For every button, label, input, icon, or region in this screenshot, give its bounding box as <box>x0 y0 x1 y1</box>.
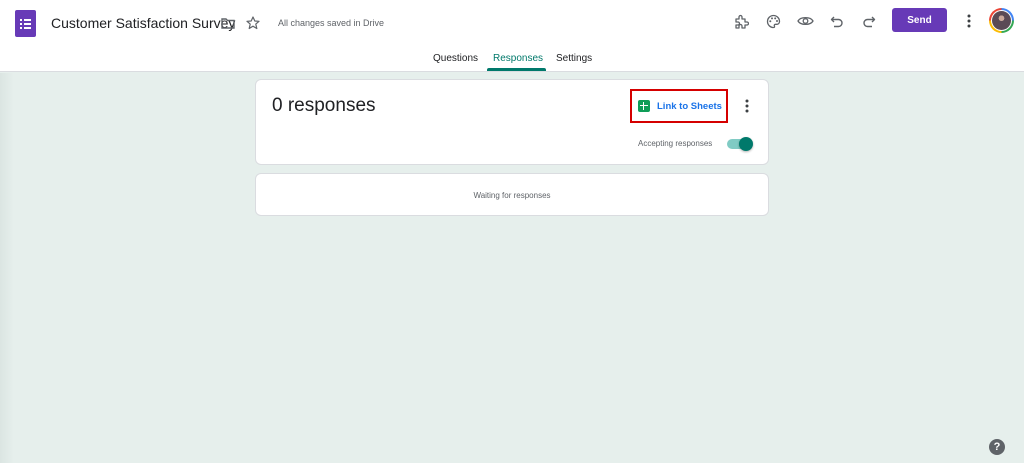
active-tab-indicator <box>487 68 546 71</box>
more-vert-icon[interactable] <box>962 12 976 30</box>
tab-questions[interactable]: Questions <box>433 53 478 64</box>
toggle-knob <box>739 137 753 151</box>
avatar-photo <box>992 11 1011 30</box>
star-icon[interactable] <box>245 15 261 31</box>
send-button[interactable]: Send <box>892 8 947 32</box>
tab-responses[interactable]: Responses <box>493 53 543 64</box>
waiting-message: Waiting for responses <box>473 191 551 200</box>
link-to-sheets-label: Link to Sheets <box>657 100 722 112</box>
waiting-responses-card: Waiting for responses <box>255 173 769 216</box>
header-row: Customer Satisfaction Survey All changes… <box>0 0 1024 46</box>
avatar[interactable] <box>989 8 1014 33</box>
add-ons-icon[interactable] <box>732 12 750 30</box>
help-button[interactable]: ? <box>989 439 1005 455</box>
accepting-responses-toggle[interactable] <box>727 137 753 151</box>
sheets-icon <box>638 100 650 112</box>
tab-settings[interactable]: Settings <box>556 53 592 64</box>
left-edge-shadow <box>0 73 14 463</box>
save-status: All changes saved in Drive <box>278 18 385 28</box>
document-title[interactable]: Customer Satisfaction Survey <box>51 15 235 31</box>
redo-icon[interactable] <box>860 12 878 30</box>
responses-more-icon[interactable] <box>742 98 752 114</box>
avatar-ring <box>991 10 1012 31</box>
folder-icon[interactable] <box>220 15 236 31</box>
palette-icon[interactable] <box>764 12 782 30</box>
top-bar: Customer Satisfaction Survey All changes… <box>0 0 1024 72</box>
accepting-responses-label: Accepting responses <box>638 139 713 148</box>
response-count: 0 responses <box>272 95 376 116</box>
preview-eye-icon[interactable] <box>795 12 815 30</box>
responses-summary-card: 0 responses Link to Sheets Accepting res… <box>255 79 769 165</box>
link-to-sheets-button[interactable]: Link to Sheets <box>638 99 722 113</box>
tab-bar: Questions Responses Settings <box>0 46 1024 72</box>
undo-icon[interactable] <box>828 12 846 30</box>
google-forms-icon[interactable] <box>15 10 36 37</box>
